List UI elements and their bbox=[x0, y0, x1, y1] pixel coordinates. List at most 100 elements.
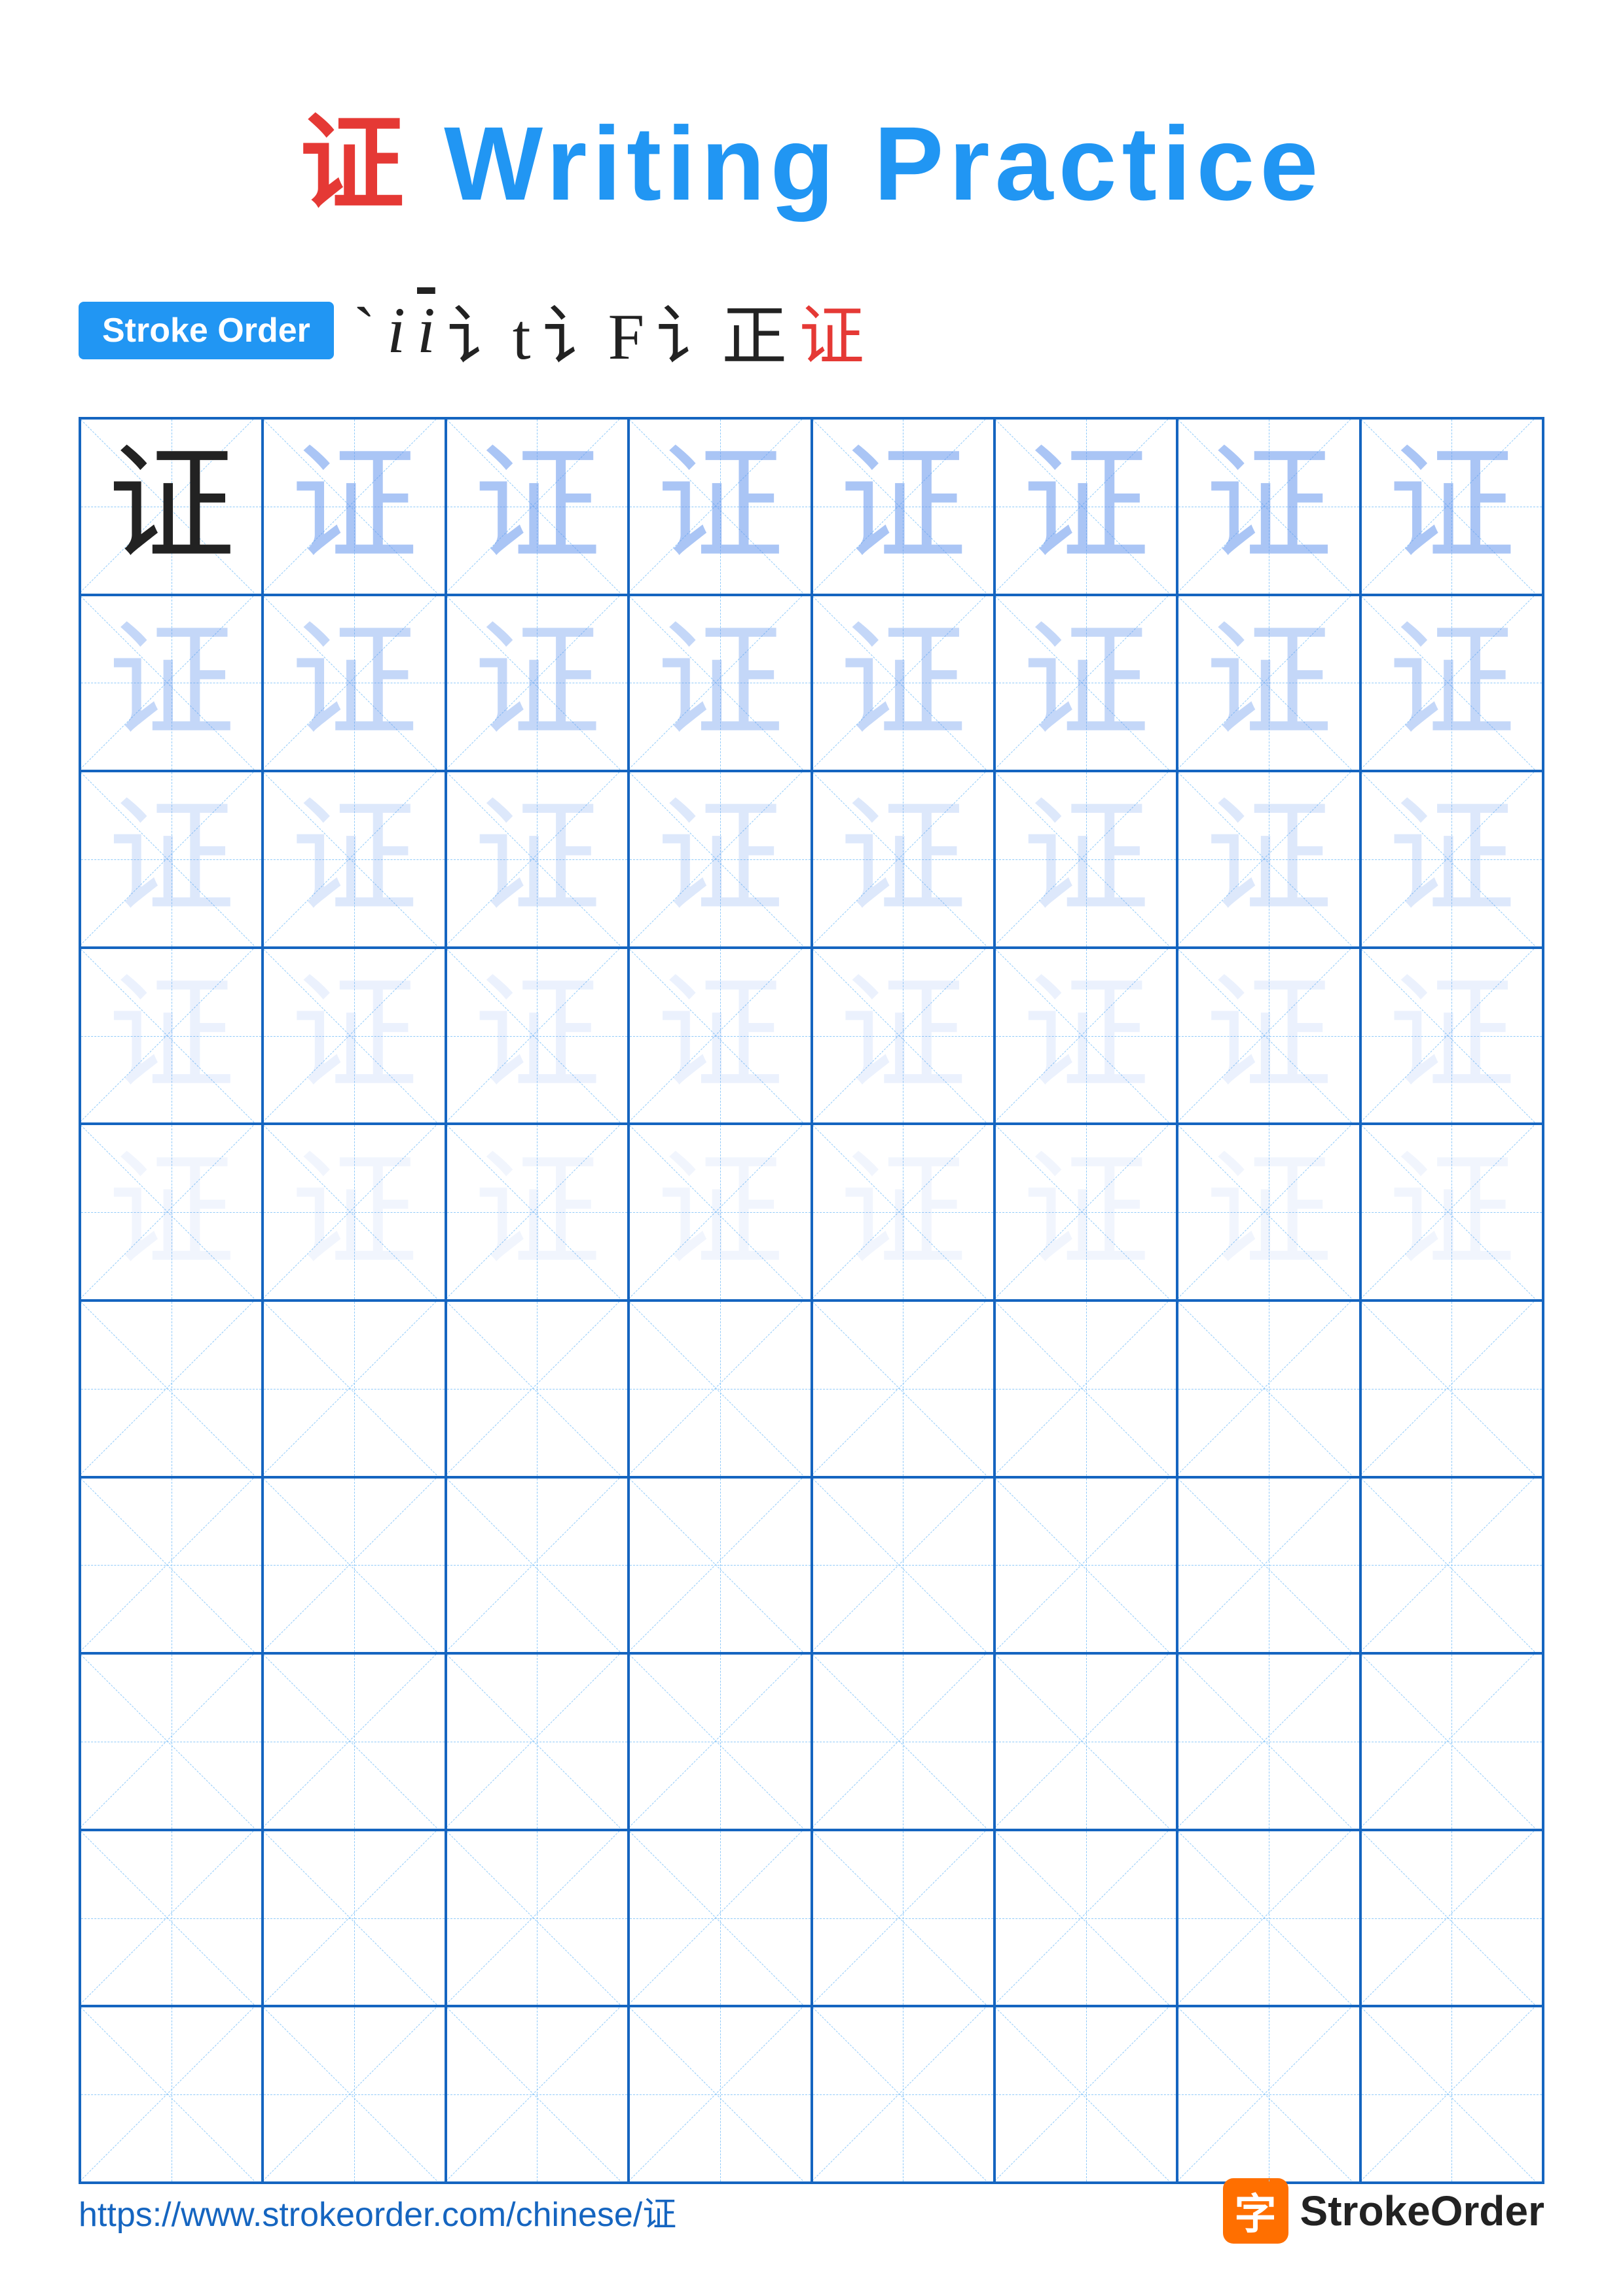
char-r1c1: 证 bbox=[107, 442, 235, 570]
grid-cell-r9c3[interactable] bbox=[446, 1830, 629, 2007]
grid-cell-r1c6[interactable]: 证 bbox=[994, 418, 1177, 595]
grid-cell-r2c3[interactable]: 证 bbox=[446, 595, 629, 772]
footer-url[interactable]: https://www.strokeorder.com/chinese/证 bbox=[79, 2187, 676, 2236]
char-r1c5: 证 bbox=[839, 442, 967, 570]
grid-cell-r1c7[interactable]: 证 bbox=[1177, 418, 1360, 595]
grid-cell-r6c2[interactable] bbox=[263, 1300, 445, 1477]
grid-cell-r2c7[interactable]: 证 bbox=[1177, 595, 1360, 772]
grid-cell-r6c4[interactable] bbox=[629, 1300, 811, 1477]
grid-cell-r10c6[interactable] bbox=[994, 2006, 1177, 2183]
grid-cell-r5c6[interactable]: 证 bbox=[994, 1124, 1177, 1300]
char-r2c8: 证 bbox=[1388, 619, 1516, 747]
grid-cell-r8c4[interactable] bbox=[629, 1653, 811, 1830]
grid-cell-r3c7[interactable]: 证 bbox=[1177, 771, 1360, 948]
grid-cell-r5c4[interactable]: 证 bbox=[629, 1124, 811, 1300]
grid-cell-r10c5[interactable] bbox=[812, 2006, 994, 2183]
grid-cell-r2c8[interactable]: 证 bbox=[1360, 595, 1543, 772]
grid-cell-r5c8[interactable]: 证 bbox=[1360, 1124, 1543, 1300]
grid-cell-r8c7[interactable] bbox=[1177, 1653, 1360, 1830]
grid-cell-r2c5[interactable]: 证 bbox=[812, 595, 994, 772]
grid-cell-r4c4[interactable]: 证 bbox=[629, 948, 811, 1124]
grid-cell-r7c1[interactable] bbox=[80, 1477, 263, 1654]
grid-cell-r1c2[interactable]: 证 bbox=[263, 418, 445, 595]
grid-cell-r9c5[interactable] bbox=[812, 1830, 994, 2007]
grid-cell-r7c7[interactable] bbox=[1177, 1477, 1360, 1654]
grid-cell-r9c6[interactable] bbox=[994, 1830, 1177, 2007]
grid-cell-r9c8[interactable] bbox=[1360, 1830, 1543, 2007]
grid-cell-r1c1[interactable]: 证 bbox=[80, 418, 263, 595]
grid-cell-r3c6[interactable]: 证 bbox=[994, 771, 1177, 948]
grid-cell-r4c7[interactable]: 证 bbox=[1177, 948, 1360, 1124]
grid-cell-r6c8[interactable] bbox=[1360, 1300, 1543, 1477]
char-r3c7: 证 bbox=[1205, 795, 1332, 923]
grid-cell-r7c4[interactable] bbox=[629, 1477, 811, 1654]
grid-cell-r7c2[interactable] bbox=[263, 1477, 445, 1654]
grid-cell-r6c3[interactable] bbox=[446, 1300, 629, 1477]
grid-cell-r4c6[interactable]: 证 bbox=[994, 948, 1177, 1124]
grid-cell-r5c7[interactable]: 证 bbox=[1177, 1124, 1360, 1300]
grid-cell-r10c2[interactable] bbox=[263, 2006, 445, 2183]
grid-cell-r2c2[interactable]: 证 bbox=[263, 595, 445, 772]
grid-cell-r3c2[interactable]: 证 bbox=[263, 771, 445, 948]
grid-cell-r8c5[interactable] bbox=[812, 1653, 994, 1830]
grid-cell-r4c5[interactable]: 证 bbox=[812, 948, 994, 1124]
grid-cell-r5c2[interactable]: 证 bbox=[263, 1124, 445, 1300]
grid-cell-r3c8[interactable]: 证 bbox=[1360, 771, 1543, 948]
grid-cell-r7c6[interactable] bbox=[994, 1477, 1177, 1654]
stroke-order-row: Stroke Order ` i i 讠t 讠F 讠正 证 bbox=[79, 283, 1544, 378]
char-r5c1: 证 bbox=[107, 1149, 235, 1276]
title-chinese: 证 bbox=[300, 106, 410, 223]
grid-cell-r4c3[interactable]: 证 bbox=[446, 948, 629, 1124]
grid-cell-r7c5[interactable] bbox=[812, 1477, 994, 1654]
grid-cell-r10c8[interactable] bbox=[1360, 2006, 1543, 2183]
grid-cell-r1c3[interactable]: 证 bbox=[446, 418, 629, 595]
grid-cell-r6c7[interactable] bbox=[1177, 1300, 1360, 1477]
grid-cell-r9c2[interactable] bbox=[263, 1830, 445, 2007]
grid-cell-r5c1[interactable]: 证 bbox=[80, 1124, 263, 1300]
grid-cell-r9c1[interactable] bbox=[80, 1830, 263, 2007]
grid-cell-r10c3[interactable] bbox=[446, 2006, 629, 2183]
grid-cell-r6c1[interactable] bbox=[80, 1300, 263, 1477]
grid-cell-r10c4[interactable] bbox=[629, 2006, 811, 2183]
grid-cell-r8c2[interactable] bbox=[263, 1653, 445, 1830]
char-r1c4: 证 bbox=[656, 442, 784, 570]
grid-cell-r8c6[interactable] bbox=[994, 1653, 1177, 1830]
grid-cell-r4c1[interactable]: 证 bbox=[80, 948, 263, 1124]
grid-cell-r10c1[interactable] bbox=[80, 2006, 263, 2183]
grid-cell-r2c1[interactable]: 证 bbox=[80, 595, 263, 772]
stroke-seq-5: 讠F bbox=[543, 283, 645, 378]
grid-cell-r8c3[interactable] bbox=[446, 1653, 629, 1830]
char-r2c7: 证 bbox=[1205, 619, 1332, 747]
grid-cell-r6c6[interactable] bbox=[994, 1300, 1177, 1477]
grid-cell-r3c4[interactable]: 证 bbox=[629, 771, 811, 948]
grid-cell-r1c5[interactable]: 证 bbox=[812, 418, 994, 595]
grid-cell-r8c8[interactable] bbox=[1360, 1653, 1543, 1830]
grid-cell-r2c4[interactable]: 证 bbox=[629, 595, 811, 772]
grid-cell-r1c4[interactable]: 证 bbox=[629, 418, 811, 595]
char-r5c4: 证 bbox=[656, 1149, 784, 1276]
grid-cell-r9c4[interactable] bbox=[629, 1830, 811, 2007]
grid-cell-r5c3[interactable]: 证 bbox=[446, 1124, 629, 1300]
grid-cell-r4c2[interactable]: 证 bbox=[263, 948, 445, 1124]
page-title: 证 Writing Practice bbox=[79, 79, 1544, 230]
grid-cell-r1c8[interactable]: 证 bbox=[1360, 418, 1543, 595]
grid-cell-r7c8[interactable] bbox=[1360, 1477, 1543, 1654]
grid-cell-r8c1[interactable] bbox=[80, 1653, 263, 1830]
char-r1c3: 证 bbox=[473, 442, 601, 570]
grid-cell-r9c7[interactable] bbox=[1177, 1830, 1360, 2007]
grid-cell-r5c5[interactable]: 证 bbox=[812, 1124, 994, 1300]
grid-cell-r3c5[interactable]: 证 bbox=[812, 771, 994, 948]
grid-cell-r7c3[interactable] bbox=[446, 1477, 629, 1654]
grid-cell-r10c7[interactable] bbox=[1177, 2006, 1360, 2183]
grid-cell-r6c5[interactable] bbox=[812, 1300, 994, 1477]
stroke-sequence: ` i i 讠t 讠F 讠正 证 bbox=[354, 283, 864, 378]
char-r3c8: 证 bbox=[1388, 795, 1516, 923]
char-r5c2: 证 bbox=[291, 1149, 418, 1276]
grid-cell-r3c3[interactable]: 证 bbox=[446, 771, 629, 948]
char-r2c6: 证 bbox=[1022, 619, 1150, 747]
grid-cell-r2c6[interactable]: 证 bbox=[994, 595, 1177, 772]
grid-cell-r3c1[interactable]: 证 bbox=[80, 771, 263, 948]
page: 证 Writing Practice Stroke Order ` i i 讠t… bbox=[0, 0, 1623, 2296]
char-r4c2: 证 bbox=[291, 972, 418, 1100]
grid-cell-r4c8[interactable]: 证 bbox=[1360, 948, 1543, 1124]
